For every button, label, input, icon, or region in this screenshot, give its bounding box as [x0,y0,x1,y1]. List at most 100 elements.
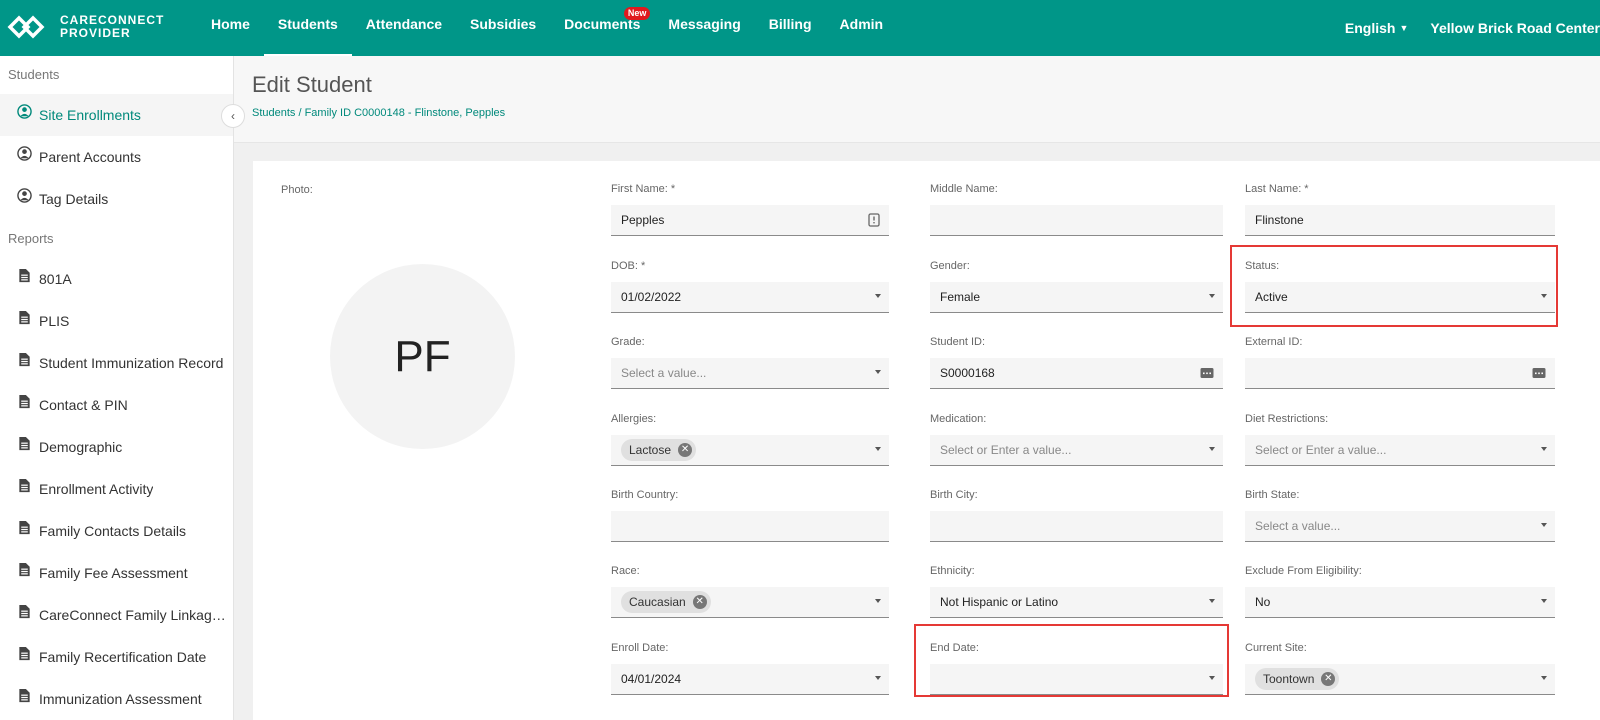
sidebar-heading-students: Students [8,67,60,82]
photo-label: Photo: [281,184,313,196]
dob-value: 01/02/2022 [621,290,682,304]
nav-billing[interactable]: Billing [755,0,826,56]
birth-country-input[interactable] [611,511,889,542]
race-label: Race: [611,565,640,577]
nav-students[interactable]: Students [263,0,352,56]
first-name-input[interactable]: Pepples [611,205,889,236]
gender-select[interactable]: Female [930,282,1223,313]
middle-name-input[interactable] [930,205,1223,236]
language-dropdown[interactable]: English ▼ [1345,20,1408,36]
grade-label: Grade: [611,336,645,348]
medication-placeholder: Select or Enter a value... [940,443,1072,457]
enroll-date-select[interactable]: 04/01/2024 [611,664,889,695]
nav-admin-label: Admin [839,16,884,32]
allergy-chip: Lactose ✕ [621,439,697,461]
nav-messaging[interactable]: Messaging [654,0,754,56]
diet-restrictions-select[interactable]: Select or Enter a value... [1245,435,1555,466]
student-id-input[interactable]: S0000168 [930,358,1223,389]
keyboard-icon[interactable] [1200,367,1214,379]
sidebar-report-item[interactable]: Enrollment Activity [0,468,233,510]
grade-select[interactable]: Select a value... [611,358,889,389]
nav-admin[interactable]: Admin [826,0,898,56]
race-select[interactable]: Caucasian ✕ [611,587,889,618]
page-title: Edit Student [252,72,372,97]
birth-country-field: Birth Country: [611,489,889,542]
exclude-eligibility-select[interactable]: No [1245,587,1555,618]
nav-attendance[interactable]: Attendance [352,0,456,56]
last-name-label: Last Name: * [1245,183,1309,195]
caret-down-icon: ▼ [1399,23,1409,33]
breadcrumb[interactable]: Students / Family ID C0000148 - Flinston… [252,107,505,119]
sidebar-report-item[interactable]: Student Immunization Record [0,342,233,384]
brand-logo[interactable]: CARECONNECT PROVIDER [6,12,164,42]
birth-state-select[interactable]: Select a value... [1245,511,1555,542]
allergies-select[interactable]: Lactose ✕ [611,435,889,466]
current-site-select[interactable]: Toontown ✕ [1245,664,1555,695]
status-select[interactable]: Active [1245,282,1555,313]
sidebar-report-item[interactable]: Contact & PIN [0,384,233,426]
sidebar-report-item[interactable]: PLIS [0,300,233,342]
ethnicity-select[interactable]: Not Hispanic or Latino [930,587,1223,618]
language-label: English [1344,20,1396,36]
student-id-field: Student ID: S0000168 [930,336,1223,389]
person-circle-icon [16,187,32,203]
sidebar-item-tag-details[interactable]: Tag Details [0,178,233,220]
sidebar-report-item[interactable]: CareConnect Family Linkage … [0,594,233,636]
sidebar-item-label: PLIS [39,313,70,329]
ethnicity-label: Ethnicity: [930,565,975,577]
allergy-chip-label: Lactose [629,443,672,457]
caret-down-icon [875,294,881,298]
remove-chip-icon[interactable]: ✕ [692,595,707,609]
dob-select[interactable]: 01/02/2022 [611,282,889,313]
page-header: Edit Student Students / Family ID C00001… [234,56,1600,143]
sidebar-item-parent-accounts[interactable]: Parent Accounts [0,136,233,178]
document-icon [16,519,32,535]
sidebar-item-site-enrollments[interactable]: Site Enrollments [0,94,233,136]
end-date-select[interactable] [930,664,1223,695]
person-circle-icon [16,145,32,161]
document-icon [16,435,32,451]
remove-chip-icon[interactable]: ✕ [1321,672,1336,686]
external-id-input[interactable] [1245,358,1555,389]
sidebar-report-item[interactable]: Immunization Assessment [0,678,233,720]
nav-home[interactable]: Home [197,0,264,56]
remove-chip-icon[interactable]: ✕ [678,443,693,457]
site-chip: Toontown ✕ [1255,668,1340,690]
sidebar-item-label: Family Contacts Details [39,523,187,539]
birth-city-input[interactable] [930,511,1223,542]
end-date-field: End Date: [930,642,1223,695]
contact-card-icon[interactable] [868,213,880,227]
sidebar-report-item[interactable]: Family Fee Assessment [0,552,233,594]
sidebar-item-label: Family Recertification Date [39,649,207,665]
sidebar-item-label: Enrollment Activity [39,481,154,497]
nav-subsidies-label: Subsidies [470,16,537,32]
exclude-eligibility-value: No [1255,595,1271,609]
nav-messaging-label: Messaging [668,16,741,32]
collapse-sidebar-button[interactable]: ‹ [221,104,245,128]
document-icon [16,477,32,493]
sidebar-report-item[interactable]: Demographic [0,426,233,468]
careconnect-logo-icon [7,15,45,39]
birth-state-label: Birth State: [1245,489,1300,501]
ethnicity-value: Not Hispanic or Latino [940,595,1059,609]
sidebar-report-item[interactable]: Family Recertification Date [0,636,233,678]
document-icon [16,645,32,661]
last-name-field: Last Name: * Flinstone [1245,183,1555,236]
sidebar-item-label: Demographic [39,439,123,455]
diet-restrictions-field: Diet Restrictions: Select or Enter a val… [1245,413,1555,466]
sidebar-report-item[interactable]: Family Contacts Details [0,510,233,552]
medication-select[interactable]: Select or Enter a value... [930,435,1223,466]
nav-documents[interactable]: Documents New [550,0,654,56]
center-name[interactable]: Yellow Brick Road Center [1430,20,1600,36]
nav-subsidies[interactable]: Subsidies [456,0,550,56]
last-name-input[interactable]: Flinstone [1245,205,1555,236]
sidebar: Students Site Enrollments Parent Account… [0,56,234,720]
nav-home-label: Home [211,16,250,32]
keyboard-icon[interactable] [1532,367,1546,379]
nav-students-label: Students [277,16,338,32]
end-date-label: End Date: [930,642,979,654]
first-name-value: Pepples [621,213,665,227]
sidebar-report-item[interactable]: 801A [0,258,233,300]
student-avatar[interactable]: PF [330,264,515,449]
grade-placeholder: Select a value... [621,366,707,380]
